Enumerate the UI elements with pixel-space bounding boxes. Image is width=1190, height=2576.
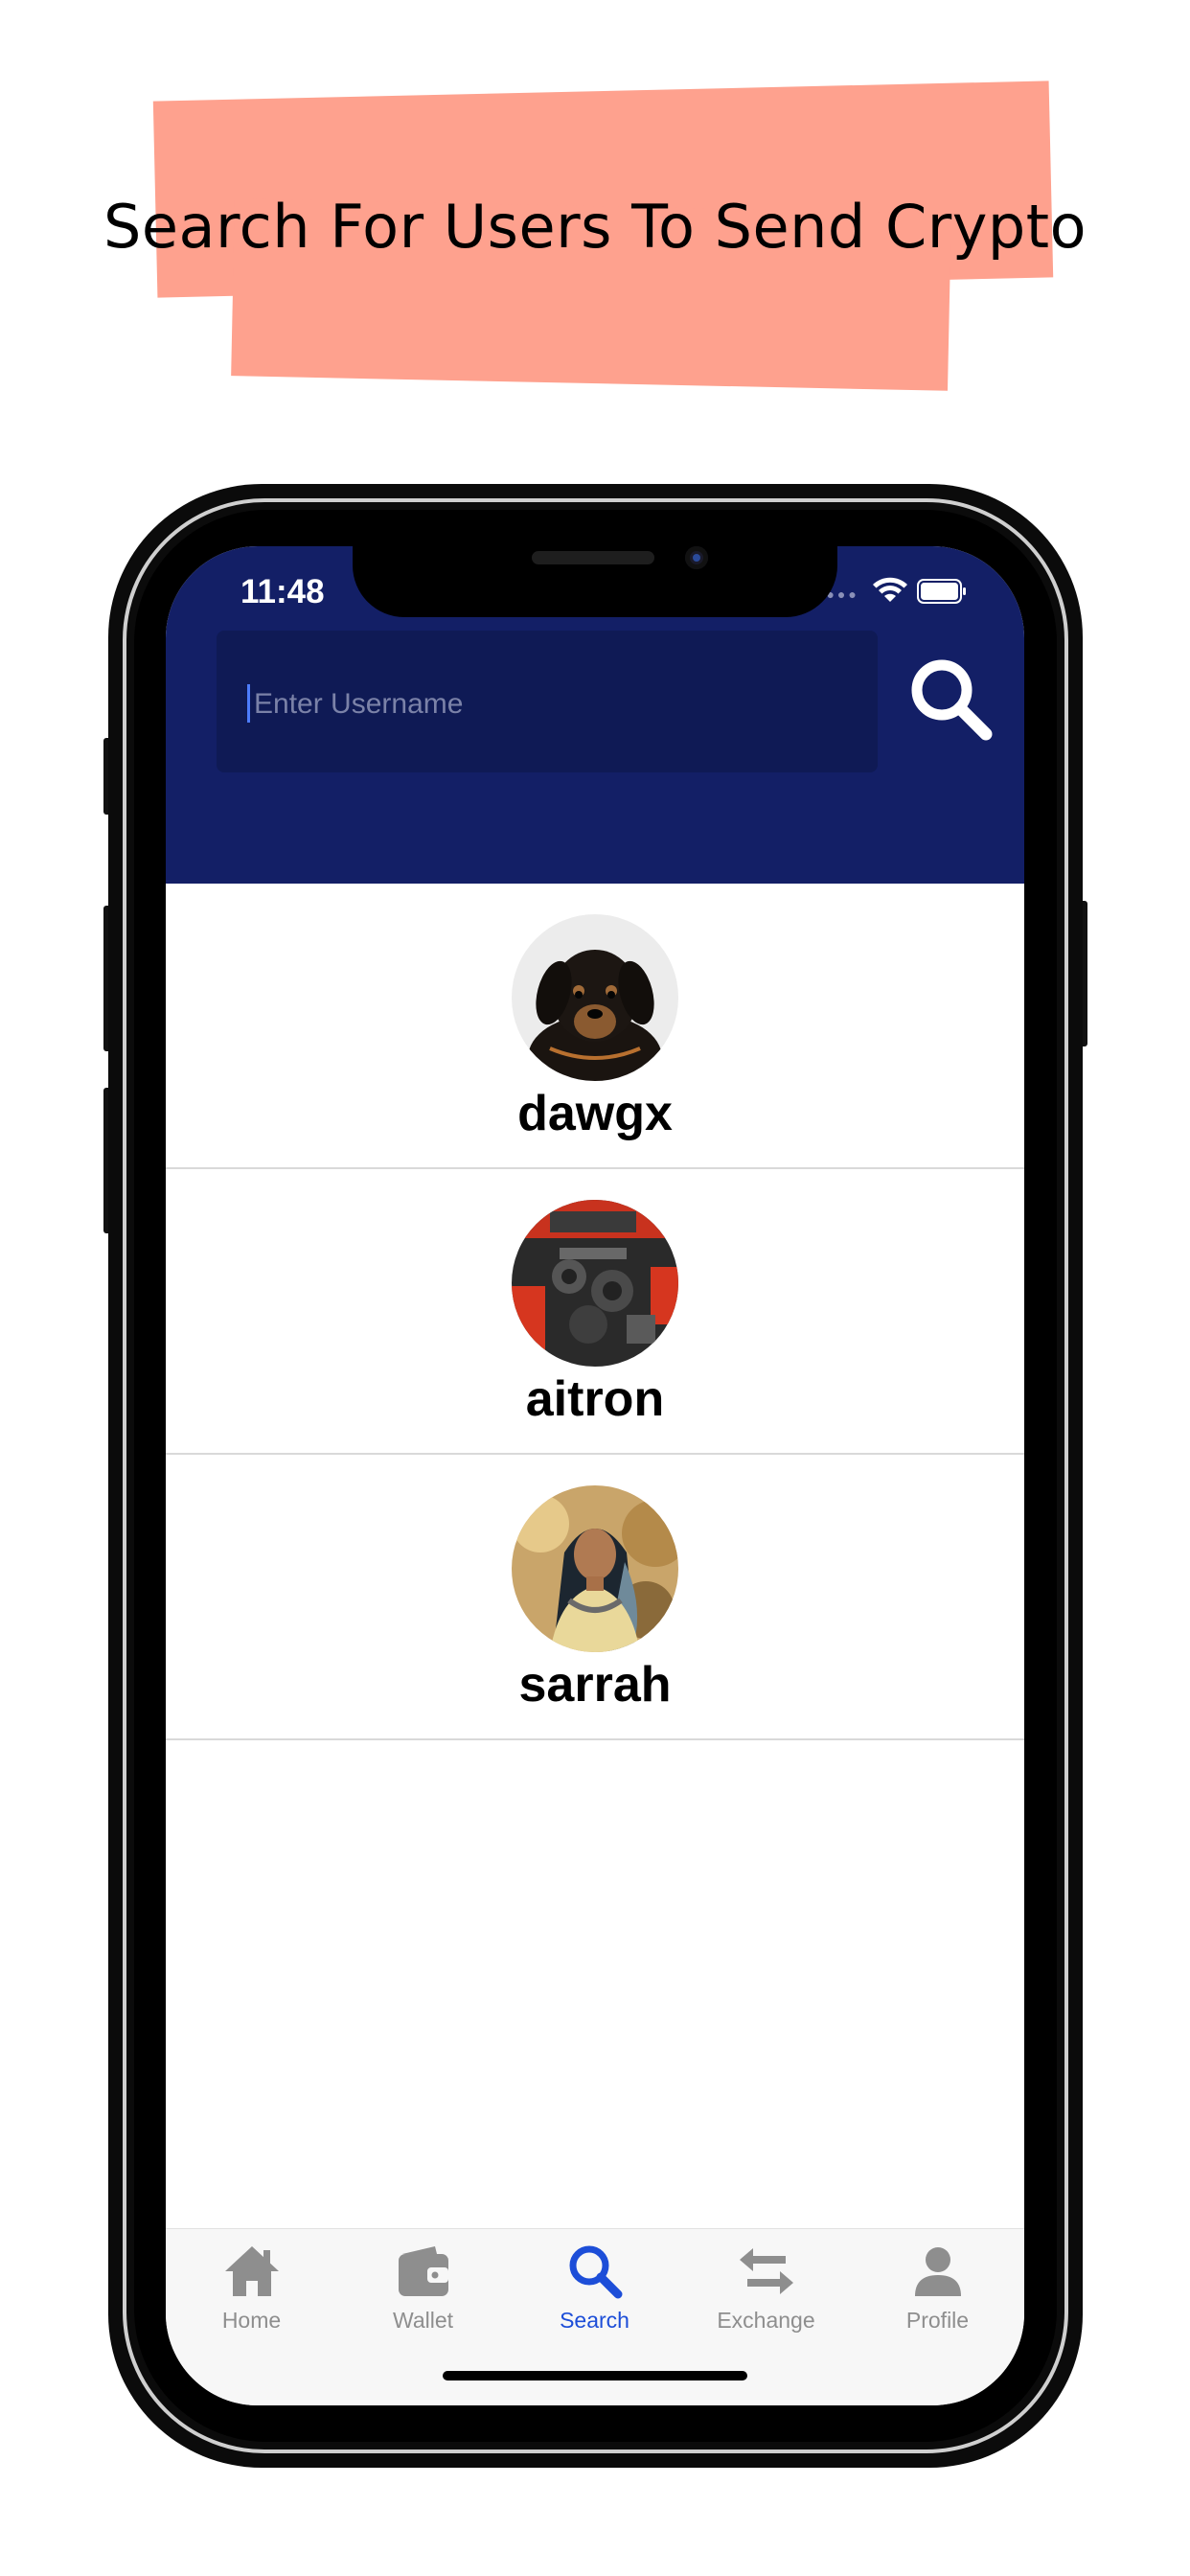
engine-photo bbox=[512, 1200, 678, 1367]
username-search-input[interactable] bbox=[252, 678, 850, 730]
search-submit-button[interactable] bbox=[904, 652, 999, 748]
app-screen: 11:48 ●●●● Enter Username dawgx aitron s… bbox=[166, 546, 1024, 2405]
profile-icon bbox=[914, 2247, 961, 2296]
user-row-aitron[interactable]: aitron bbox=[166, 1169, 1024, 1455]
tab-profile[interactable]: Profile bbox=[852, 2241, 1023, 2346]
tab-label: Wallet bbox=[392, 2308, 454, 2333]
search-icon bbox=[569, 2245, 622, 2299]
wifi-icon bbox=[873, 577, 907, 602]
username-label: aitron bbox=[525, 1371, 665, 1427]
status-indicators: ●●●● bbox=[815, 575, 978, 608]
avatar-dawgx bbox=[512, 914, 678, 1081]
home-icon bbox=[224, 2246, 279, 2296]
user-row-dawgx[interactable]: dawgx bbox=[166, 884, 1024, 1169]
bottom-tab-bar: Home Wallet Search Exchange Profile bbox=[166, 2228, 1024, 2405]
tab-label: Home bbox=[221, 2308, 282, 2333]
tab-home[interactable]: Home bbox=[166, 2241, 337, 2346]
username-label: dawgx bbox=[517, 1086, 673, 1141]
tab-wallet[interactable]: Wallet bbox=[337, 2241, 509, 2346]
exchange-icon bbox=[739, 2248, 793, 2294]
text-cursor bbox=[247, 684, 250, 723]
user-row-sarrah[interactable]: sarrah bbox=[166, 1455, 1024, 1740]
banner-headline: Search For Users To Send Crypto bbox=[103, 192, 1087, 262]
avatar-sarrah bbox=[512, 1485, 678, 1652]
search-field-container bbox=[217, 631, 878, 772]
wallet-icon bbox=[398, 2246, 448, 2296]
battery-icon bbox=[917, 579, 966, 604]
woman-portrait-photo bbox=[512, 1485, 678, 1652]
username-label: sarrah bbox=[518, 1657, 672, 1713]
status-time: 11:48 bbox=[240, 573, 325, 610]
avatar-aitron bbox=[512, 1200, 678, 1367]
earpiece-speaker bbox=[532, 551, 654, 564]
user-results-list: dawgx aitron sarrah bbox=[166, 884, 1024, 1740]
tab-exchange[interactable]: Exchange bbox=[680, 2241, 852, 2346]
home-indicator[interactable] bbox=[443, 2371, 747, 2380]
puppy-photo bbox=[512, 914, 678, 1081]
tab-label: Exchange bbox=[717, 2308, 815, 2333]
tab-label: Search bbox=[560, 2308, 629, 2333]
search-icon bbox=[911, 659, 993, 741]
front-camera bbox=[685, 546, 708, 569]
tab-search[interactable]: Search bbox=[509, 2241, 680, 2346]
tab-label: Profile bbox=[905, 2308, 970, 2333]
